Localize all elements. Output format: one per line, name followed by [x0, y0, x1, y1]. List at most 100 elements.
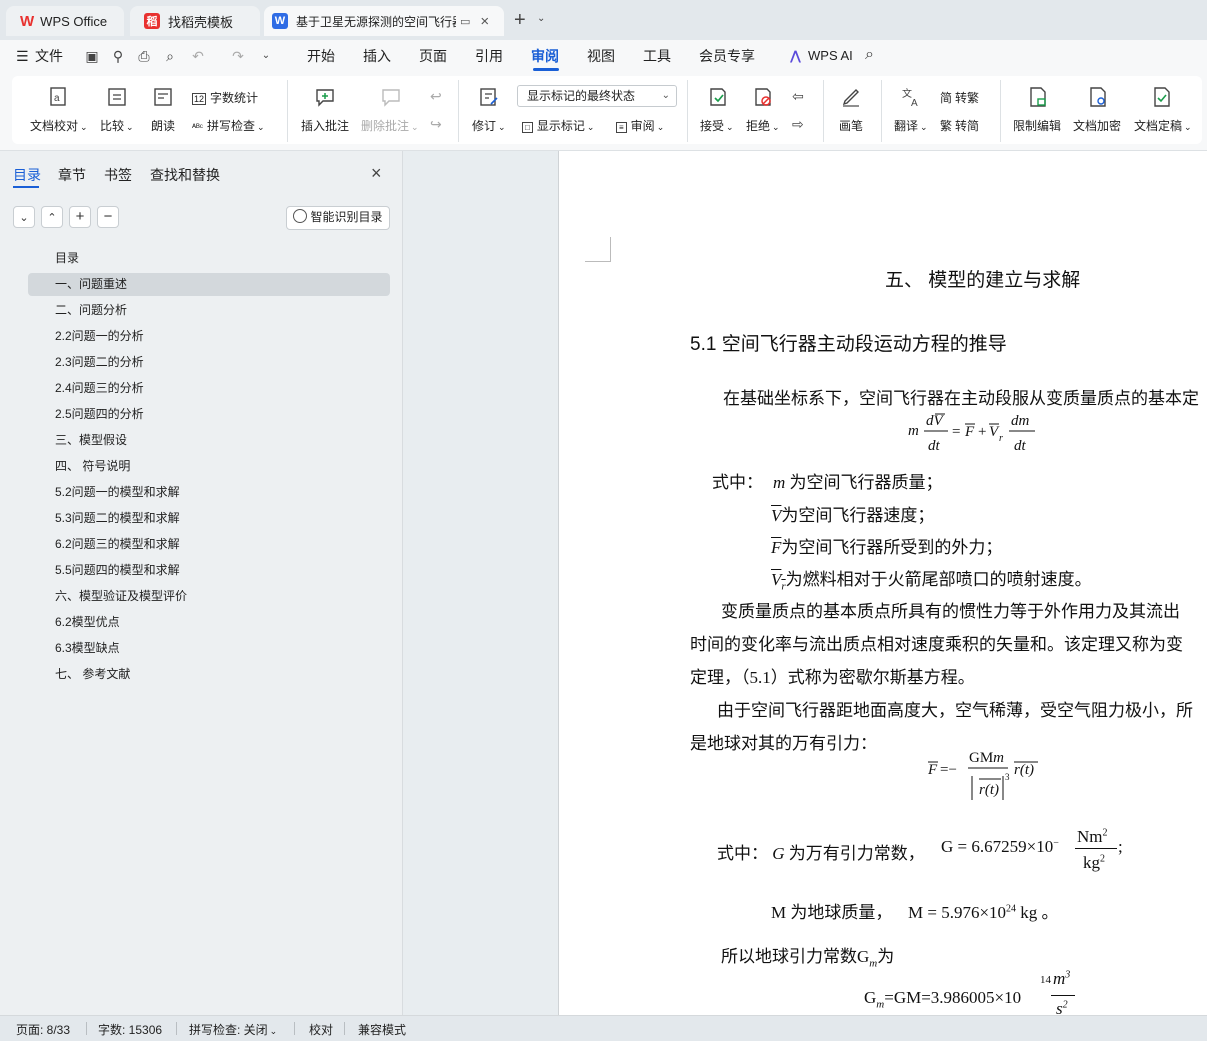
toc-item[interactable]: 三、模型假设	[28, 429, 390, 452]
share-icon[interactable]: ⚲	[110, 48, 126, 64]
toc-item[interactable]: 目录	[28, 247, 390, 270]
remove-heading-button[interactable]: −	[97, 206, 119, 228]
symbol-vr: Vr	[771, 570, 786, 593]
read-aloud-button[interactable]: 朗读	[151, 117, 175, 134]
delete-comment-button[interactable]: 删除批注 ⌄	[361, 117, 419, 134]
proofread-button[interactable]: 文档校对 ⌄	[30, 117, 88, 134]
toc-item[interactable]: 二、问题分析	[28, 299, 390, 322]
new-tab-icon[interactable]: +	[514, 9, 526, 32]
active-sidebar-tab-underline	[13, 186, 39, 188]
toc-item[interactable]: 2.5问题四的分析	[28, 403, 390, 426]
toc-item[interactable]: 七、 参考文献	[28, 663, 390, 686]
to-simplified-button[interactable]: 繁转简	[940, 117, 979, 134]
finalize-button[interactable]: 文档定稿 ⌄	[1134, 117, 1192, 134]
sidebar-tab-toc[interactable]: 目录	[13, 165, 41, 185]
accept-button[interactable]: 接受 ⌄	[700, 117, 734, 134]
review-pane-button[interactable]: ≡ 审阅 ⌄	[616, 117, 664, 134]
symbol-g: G	[768, 844, 789, 863]
word-count-indicator[interactable]: 字数: 15306	[98, 1021, 162, 1038]
smart-toc-button[interactable]: 智能识别目录	[286, 206, 390, 230]
translate-button[interactable]: 翻译 ⌄	[894, 117, 928, 134]
search-icon[interactable]: ⌕	[865, 46, 874, 64]
menu-member[interactable]: 会员专享	[699, 40, 755, 72]
svg-text:m: m	[908, 423, 919, 439]
sidebar-tab-sections[interactable]: 章节	[58, 165, 86, 185]
toc-item[interactable]: 6.2模型优点	[28, 611, 390, 634]
gm-value: Gm=GM=3.986005×10	[864, 988, 1022, 1011]
previous-change-icon[interactable]: ⇦	[792, 88, 804, 105]
pen-button[interactable]: 画笔	[839, 117, 863, 134]
reject-button[interactable]: 拒绝 ⌄	[746, 117, 780, 134]
collapse-all-button[interactable]: ⌃	[41, 206, 63, 228]
read-aloud-icon	[154, 88, 172, 106]
page-indicator[interactable]: 页面: 8/33	[16, 1021, 70, 1038]
show-markup-icon: □	[522, 122, 533, 133]
chapter-heading: 五、 模型的建立与求解	[885, 270, 1081, 291]
definition-velocity: 为空间飞行器速度；	[781, 506, 935, 525]
add-heading-button[interactable]: +	[69, 206, 91, 228]
close-pane-icon[interactable]: ×	[371, 163, 382, 184]
menu-view[interactable]: 视图	[587, 40, 615, 72]
svg-text:dt: dt	[928, 438, 941, 454]
next-comment-icon[interactable]: ↪	[430, 116, 442, 133]
menu-page[interactable]: 页面	[419, 40, 447, 72]
paragraph-text: 时间的变化率与流出质点相对速度乘积的矢量和。该定理又称为变	[690, 635, 1183, 654]
quick-access-more-icon[interactable]: ⌄	[258, 48, 274, 64]
menu-tools[interactable]: 工具	[643, 40, 671, 72]
menu-insert[interactable]: 插入	[363, 40, 391, 72]
expand-all-button[interactable]: ⌄	[13, 206, 35, 228]
compare-button[interactable]: 比较 ⌄	[100, 117, 134, 134]
menu-file[interactable]: 文件	[35, 40, 63, 72]
definition-earth-mass: M 为地球质量，	[771, 903, 893, 922]
toc-item[interactable]: 5.5问题四的模型和求解	[28, 559, 390, 582]
toc-item[interactable]: 5.3问题二的模型和求解	[28, 507, 390, 530]
print-preview-icon[interactable]: ⌕	[162, 48, 178, 64]
previous-comment-icon[interactable]: ↩	[430, 88, 442, 105]
toc-item[interactable]: 5.2问题一的模型和求解	[28, 481, 390, 504]
to-traditional-button[interactable]: 简转繁	[940, 89, 979, 106]
close-tab-icon[interactable]: ×	[480, 13, 489, 30]
encrypt-icon	[1090, 87, 1106, 107]
redo-icon[interactable]: ↷	[230, 48, 246, 64]
simplified-icon: 繁	[940, 119, 953, 133]
g-value: G = 6.67259×10−	[941, 837, 1059, 856]
tab-label: 找稻壳模板	[168, 14, 234, 30]
toc-item[interactable]: 6.3模型缺点	[28, 637, 390, 660]
sidebar-tab-find-replace[interactable]: 查找和替换	[150, 165, 220, 185]
tab-document[interactable]: W 基于卫星无源探测的空间飞行器 ▭ ×	[264, 6, 504, 36]
next-change-icon[interactable]: ⇨	[792, 116, 804, 133]
wps-logo-icon: W	[20, 12, 35, 30]
restrict-edit-button[interactable]: 限制编辑	[1013, 117, 1061, 134]
hamburger-icon[interactable]: ☰	[16, 48, 29, 65]
spell-check-button[interactable]: ᴬᴮᶜ 拼写检查 ⌄	[192, 117, 265, 134]
spell-check-status[interactable]: 拼写检查: 关闭 ⌄	[189, 1021, 277, 1038]
tab-wps-office[interactable]: W WPS Office	[6, 6, 124, 36]
proofread-status[interactable]: 校对	[309, 1021, 333, 1038]
encrypt-button[interactable]: 文档加密	[1073, 117, 1121, 134]
definition-g: 为万有引力常数，	[788, 844, 925, 863]
toc-item[interactable]: 2.4问题三的分析	[28, 377, 390, 400]
toc-item[interactable]: 六、模型验证及模型评价	[28, 585, 390, 608]
markup-state-select[interactable]: 显示标记的最终状态 ⌄	[517, 85, 677, 107]
print-icon[interactable]: ⎙	[136, 48, 152, 64]
toc-item[interactable]: 2.3问题二的分析	[28, 351, 390, 374]
chevron-down-icon[interactable]: ⌄	[537, 13, 545, 24]
sidebar-tab-bookmarks[interactable]: 书签	[104, 165, 132, 185]
tab-docer[interactable]: 稻 找稻壳模板	[130, 6, 260, 36]
revise-button[interactable]: 修订 ⌄	[472, 117, 506, 134]
menu-references[interactable]: 引用	[475, 40, 503, 72]
definition-jet-velocity: 为燃料相对于火箭尾部喷口的喷射速度。	[785, 570, 1092, 589]
toc-item[interactable]: 一、问题重述	[28, 273, 390, 296]
undo-icon[interactable]: ↶	[190, 48, 206, 64]
save-icon[interactable]: ▣	[84, 48, 100, 64]
document-page: 五、 模型的建立与求解 5.1 空间飞行器主动段运动方程的推导 在基础坐标系下，…	[558, 151, 1207, 1015]
insert-comment-button[interactable]: 插入批注	[301, 117, 349, 134]
show-markup-button[interactable]: □ 显示标记 ⌄	[522, 117, 594, 134]
toc-item[interactable]: 2.2问题一的分析	[28, 325, 390, 348]
toc-item[interactable]: 四、 符号说明	[28, 455, 390, 478]
menu-home[interactable]: 开始	[307, 40, 335, 72]
menu-wps-ai[interactable]: WPS AI	[808, 40, 853, 72]
toc-item[interactable]: 6.2问题三的模型和求解	[28, 533, 390, 556]
word-count-button[interactable]: 12 字数统计	[192, 89, 258, 106]
gravity-equation: F =− GMm r(t) 3 r(t)	[927, 750, 1038, 800]
